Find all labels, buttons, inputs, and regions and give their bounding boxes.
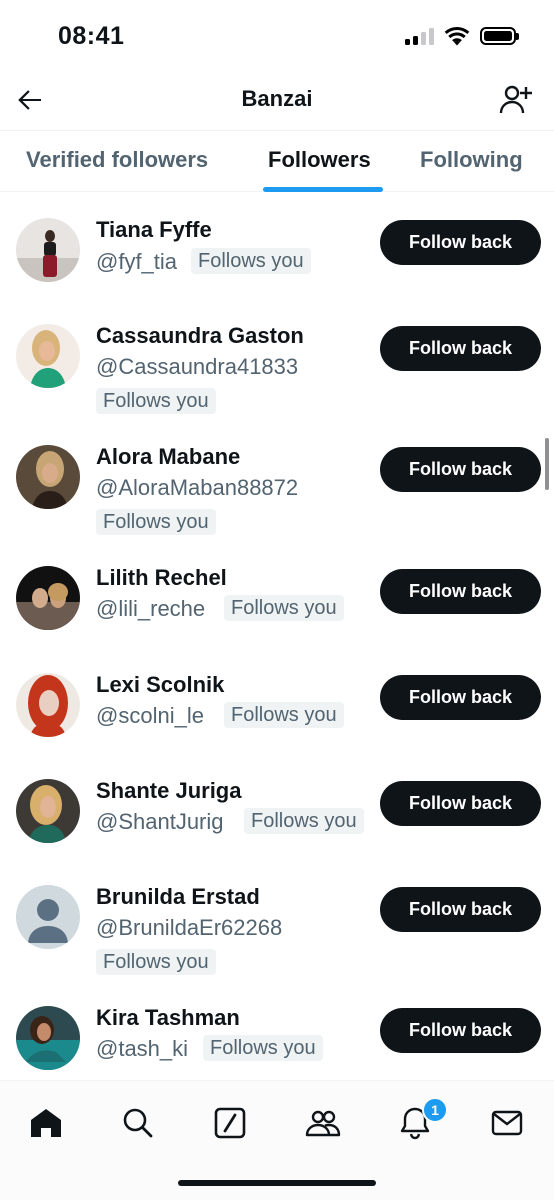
- follow-back-button[interactable]: Follow back: [380, 675, 541, 720]
- tab-verified-followers[interactable]: Verified followers: [26, 147, 208, 173]
- avatar[interactable]: [16, 218, 80, 282]
- nav-search[interactable]: [116, 1101, 160, 1145]
- add-user-button[interactable]: [498, 82, 534, 118]
- follower-name[interactable]: Brunilda Erstad: [96, 884, 260, 910]
- avatar[interactable]: [16, 566, 80, 630]
- search-icon: [123, 1108, 153, 1138]
- follow-back-button[interactable]: Follow back: [380, 326, 541, 371]
- follower-handle: @ShantJurig: [96, 809, 224, 834]
- page-title: Banzai: [241, 86, 313, 111]
- follower-name[interactable]: Kira Tashman: [96, 1005, 240, 1031]
- add-user-icon: [499, 85, 532, 114]
- nav-grok[interactable]: [208, 1101, 252, 1145]
- mail-icon: [491, 1110, 523, 1136]
- avatar[interactable]: [16, 673, 80, 737]
- follower-name[interactable]: Shante Juriga: [96, 778, 241, 804]
- active-tab-indicator: [263, 187, 383, 192]
- follows-you-badge: Follows you: [224, 702, 344, 728]
- home-indicator[interactable]: [178, 1180, 376, 1186]
- avatar[interactable]: [16, 445, 80, 509]
- follows-you-badge: Follows you: [203, 1035, 323, 1061]
- wifi-icon: [444, 27, 470, 46]
- top-header: Banzai: [0, 72, 554, 128]
- follows-you-badge: Follows you: [96, 949, 216, 975]
- list-item[interactable]: Kira Tashman @tash_ki Follows you Follow…: [0, 981, 554, 1080]
- follower-handle: @AloraMaban88872: [96, 475, 299, 500]
- battery-icon: [480, 27, 519, 45]
- follower-handle: @Cassaundra41833: [96, 354, 299, 379]
- follow-back-button[interactable]: Follow back: [380, 220, 541, 265]
- list-item[interactable]: Cassaundra Gaston @Cassaundra41833 Follo…: [0, 300, 554, 420]
- follow-back-button[interactable]: Follow back: [380, 569, 541, 614]
- follower-name[interactable]: Tiana Fyffe: [96, 217, 212, 243]
- nav-messages[interactable]: [485, 1101, 529, 1145]
- scrollbar[interactable]: [545, 438, 549, 490]
- follower-name[interactable]: Alora Mabane: [96, 444, 240, 470]
- list-item[interactable]: Alora Mabane @AloraMaban88872 Follows yo…: [0, 421, 554, 541]
- follow-back-button[interactable]: Follow back: [380, 781, 541, 826]
- follower-handle: @scolni_le: [96, 703, 204, 728]
- tab-followers[interactable]: Followers: [268, 147, 371, 173]
- follower-handle: @fyf_tia: [96, 249, 178, 274]
- tab-bar: Verified followers Followers Following: [0, 130, 554, 192]
- follows-you-badge: Follows you: [191, 248, 311, 274]
- nav-communities[interactable]: [301, 1101, 345, 1145]
- cellular-signal-icon: [405, 27, 434, 45]
- follower-handle: @lili_reche: [96, 596, 206, 621]
- follower-handle: @BrunildaEr62268: [96, 915, 283, 940]
- avatar[interactable]: [16, 779, 80, 843]
- follower-name[interactable]: Cassaundra Gaston: [96, 323, 304, 349]
- status-bar: 08:41: [0, 0, 554, 72]
- avatar[interactable]: [16, 1006, 80, 1070]
- avatar[interactable]: [16, 324, 80, 388]
- home-icon: [31, 1109, 61, 1137]
- follower-handle: @tash_ki: [96, 1036, 189, 1061]
- list-item[interactable]: Shante Juriga @ShantJurig Follows you Fo…: [0, 754, 554, 859]
- status-time: 08:41: [58, 22, 125, 50]
- status-icons: [405, 26, 519, 46]
- list-item[interactable]: Lilith Rechel @lili_reche Follows you Fo…: [0, 542, 554, 647]
- list-item[interactable]: Tiana Fyffe @fyf_tia Follows you Follow …: [0, 193, 554, 298]
- notification-count-badge: 1: [422, 1097, 448, 1123]
- list-item[interactable]: Lexi Scolnik @scolni_le Follows you Foll…: [0, 648, 554, 753]
- follower-name[interactable]: Lexi Scolnik: [96, 672, 224, 698]
- nav-home[interactable]: [24, 1101, 68, 1145]
- list-item[interactable]: Brunilda Erstad @BrunildaEr62268 Follows…: [0, 860, 554, 980]
- follower-name[interactable]: Lilith Rechel: [96, 565, 227, 591]
- follows-you-badge: Follows you: [96, 509, 216, 535]
- follow-back-button[interactable]: Follow back: [380, 1008, 541, 1053]
- follows-you-badge: Follows you: [244, 808, 364, 834]
- avatar[interactable]: [16, 885, 80, 949]
- follows-you-badge: Follows you: [96, 388, 216, 414]
- follow-back-button[interactable]: Follow back: [380, 887, 541, 932]
- grok-icon: [214, 1107, 246, 1139]
- tab-following[interactable]: Following: [420, 147, 523, 173]
- follow-back-button[interactable]: Follow back: [380, 447, 541, 492]
- follows-you-badge: Follows you: [224, 595, 344, 621]
- communities-icon: [305, 1110, 341, 1137]
